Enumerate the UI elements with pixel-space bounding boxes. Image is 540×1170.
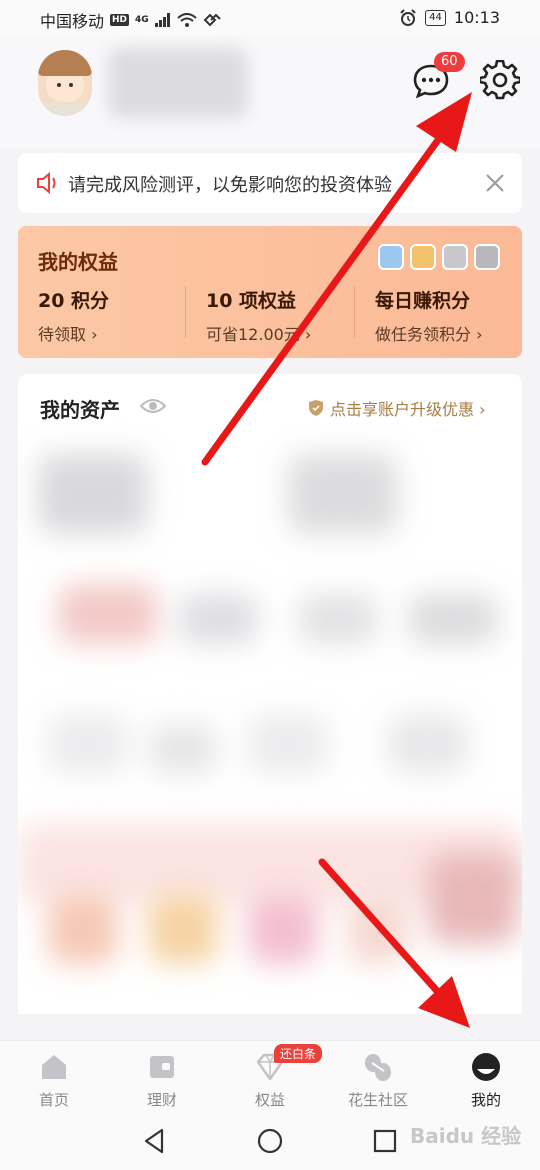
tab-equity-label: 权益 (254, 1091, 285, 1109)
baidu-watermark: Baidu 经验 (410, 1124, 522, 1148)
tab-profile-label: 我的 (470, 1091, 501, 1109)
arrow-to-profile-tab (318, 858, 470, 1028)
tab-community[interactable]: 花生社区 (338, 1051, 418, 1110)
recent-apps-icon[interactable] (372, 1128, 398, 1154)
arrow-to-settings (201, 92, 472, 466)
tab-wealth[interactable]: 理财 (122, 1051, 202, 1110)
tab-equity-badge: 还白条 (274, 1044, 323, 1063)
back-icon[interactable] (142, 1128, 168, 1154)
home-icon (42, 1055, 66, 1079)
wallet-icon (150, 1056, 174, 1078)
peanut-icon (365, 1054, 391, 1081)
profile-icon (472, 1053, 500, 1081)
tab-profile[interactable]: 我的 (446, 1051, 526, 1110)
tab-wealth-label: 理财 (146, 1091, 177, 1109)
bottom-tab-bar: 首页 理财 权益 花生社区 我的 (0, 1040, 540, 1112)
tab-home-label: 首页 (38, 1091, 69, 1109)
home-circle-icon[interactable] (257, 1128, 283, 1154)
annotation-arrows (201, 92, 472, 1028)
tab-home[interactable]: 首页 (14, 1051, 94, 1110)
tab-community-label: 花生社区 (347, 1091, 408, 1109)
